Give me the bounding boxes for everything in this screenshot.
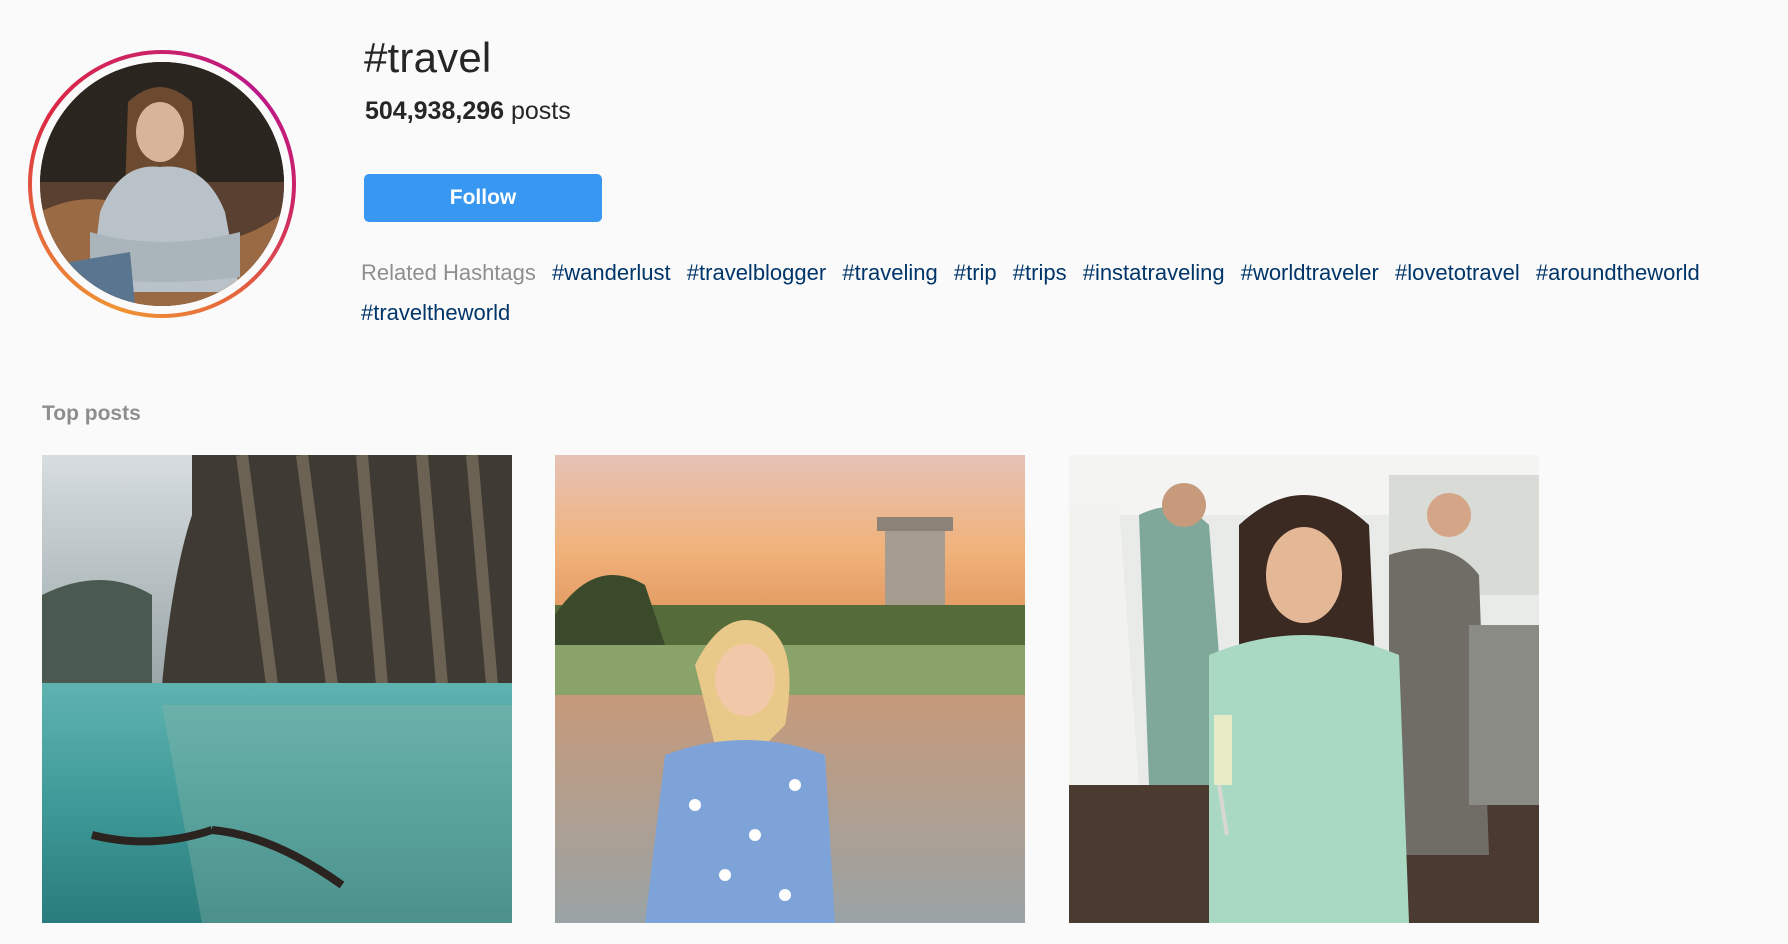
follow-button[interactable]: Follow xyxy=(364,174,602,222)
avatar-gap xyxy=(32,54,292,314)
swimmers-lagoon-photo-icon xyxy=(42,455,512,923)
woman-sunset-lake-photo-icon xyxy=(555,455,1025,923)
top-posts-title: Top posts xyxy=(42,402,141,425)
post-count-number: 504,938,296 xyxy=(365,97,505,125)
hashtag-avatar xyxy=(40,62,284,306)
post-count-suffix: posts xyxy=(510,97,571,125)
related-hashtag-link[interactable]: #instatraveling xyxy=(1083,260,1225,285)
related-hashtag-link[interactable]: #wanderlust xyxy=(552,260,671,285)
woman-party-champagne-photo-icon xyxy=(1069,455,1539,923)
related-hashtags: Related Hashtags #wanderlust #travelblog… xyxy=(361,253,1761,333)
post-count: 504,938,296 posts xyxy=(365,97,571,126)
related-hashtag-link[interactable]: #trips xyxy=(1013,260,1067,285)
hashtag-title: #travel xyxy=(364,34,492,81)
related-hashtag-link[interactable]: #traveltheworld xyxy=(361,300,510,325)
related-hashtag-link[interactable]: #traveling xyxy=(842,260,937,285)
related-hashtag-link[interactable]: #aroundtheworld xyxy=(1536,260,1700,285)
top-post-2[interactable] xyxy=(555,455,1025,923)
related-hashtag-link[interactable]: #travelblogger xyxy=(687,260,826,285)
related-hashtags-label: Related Hashtags xyxy=(361,260,536,285)
related-hashtag-link[interactable]: #lovetotravel xyxy=(1395,260,1520,285)
related-hashtag-link[interactable]: #worldtraveler xyxy=(1241,260,1379,285)
hashtag-avatar-ring xyxy=(28,50,296,318)
related-hashtag-link[interactable]: #trip xyxy=(954,260,997,285)
top-post-3[interactable] xyxy=(1069,455,1539,923)
top-post-1[interactable] xyxy=(42,455,512,923)
